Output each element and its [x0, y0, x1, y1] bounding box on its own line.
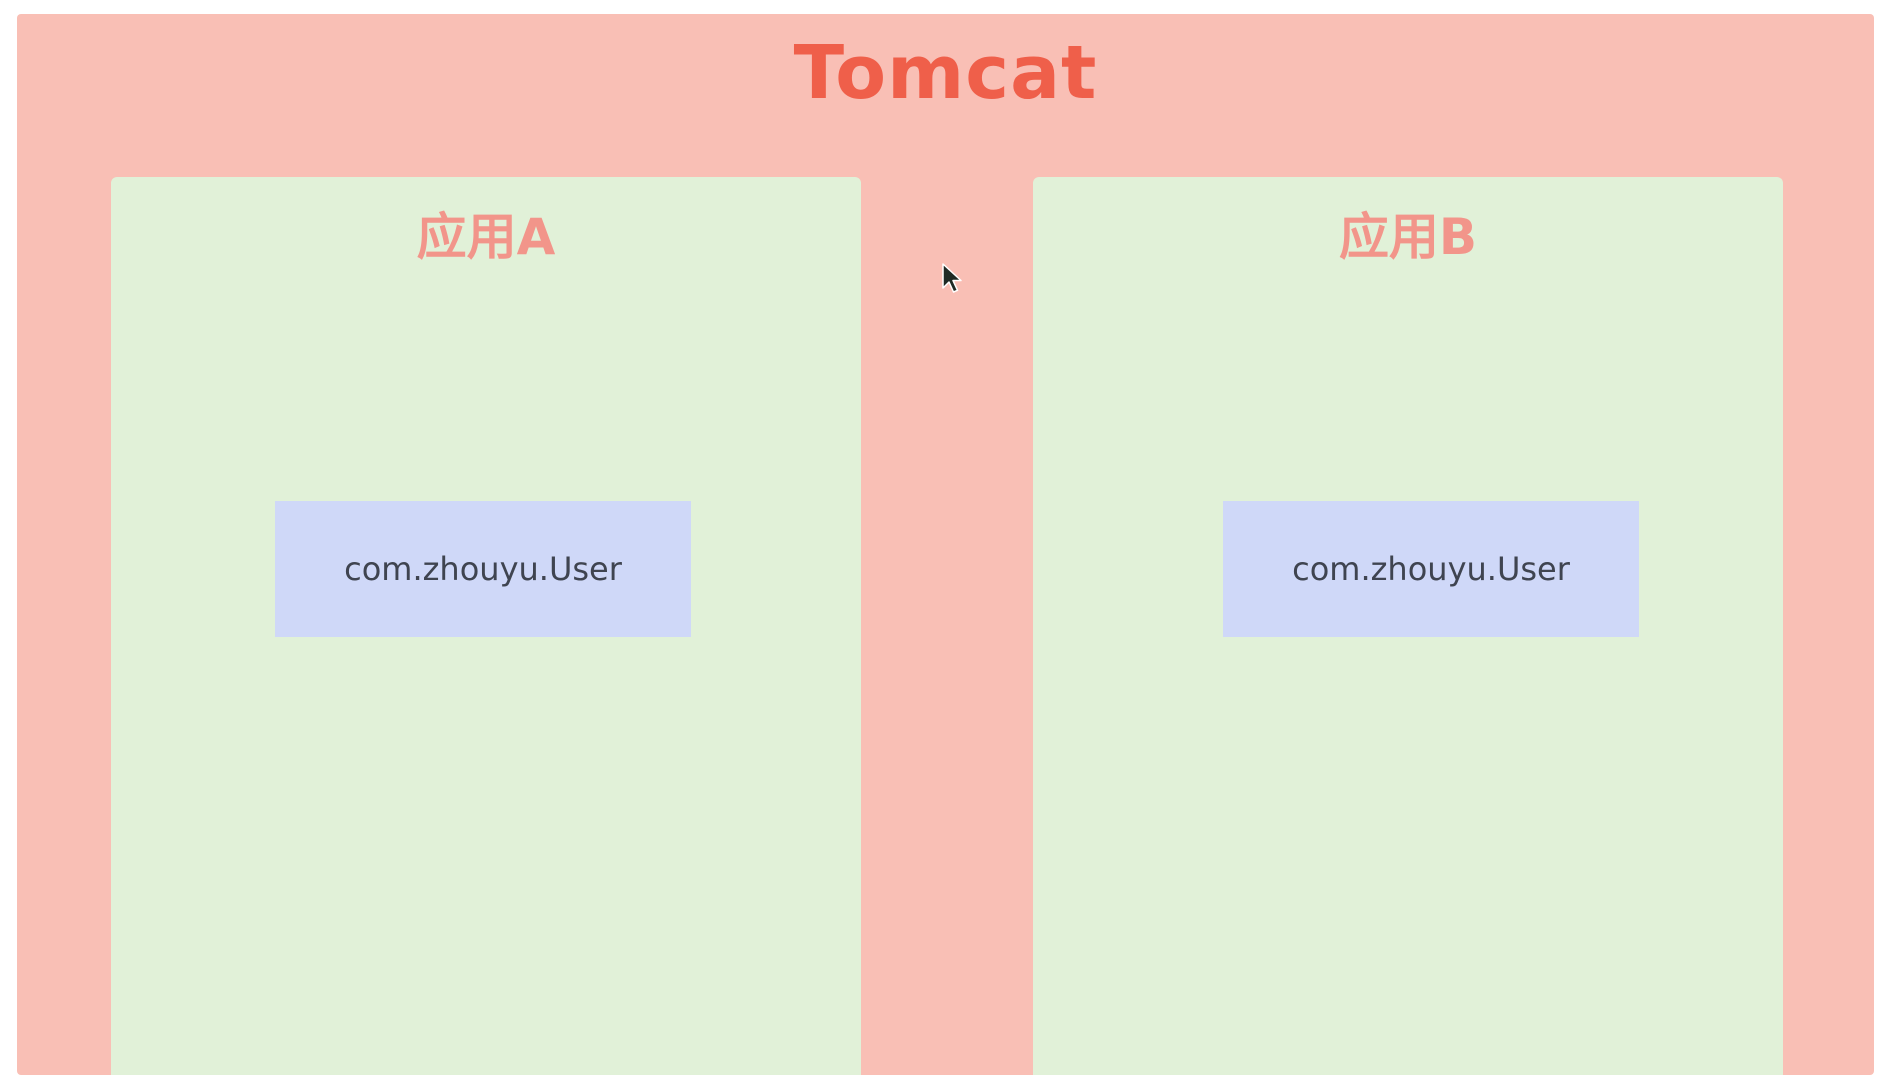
tomcat-container: Tomcat 应用A com.zhouyu.User 应用B com.zhouy… [17, 14, 1874, 1075]
app-a-title: 应用A [416, 208, 556, 266]
app-a-class-box: com.zhouyu.User [275, 501, 691, 637]
tomcat-title: Tomcat [793, 30, 1098, 116]
app-a-container: 应用A com.zhouyu.User [111, 177, 861, 1075]
app-b-title: 应用B [1338, 208, 1478, 266]
app-b-container: 应用B com.zhouyu.User [1033, 177, 1783, 1075]
app-b-class-box: com.zhouyu.User [1223, 501, 1639, 637]
mouse-pointer-icon [942, 263, 962, 293]
